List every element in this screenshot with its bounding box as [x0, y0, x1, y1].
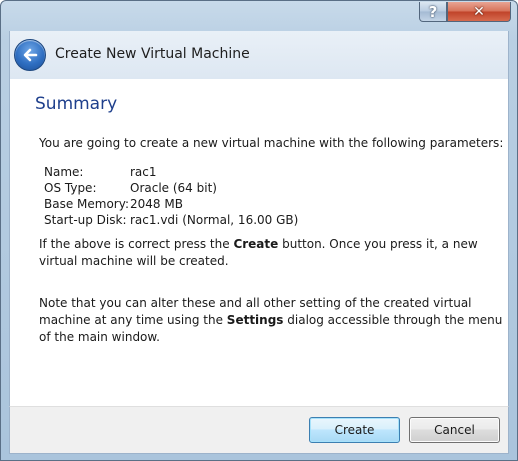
- parameter-list: Name: rac1 OS Type: Oracle (64 bit) Base…: [44, 164, 298, 228]
- confirm-text-before: If the above is correct press the: [39, 237, 234, 251]
- param-row-name: Name: rac1: [44, 164, 298, 180]
- close-icon: ✕: [473, 3, 485, 20]
- dialog-window: ? ✕ Create New Virtual Machine Summary Y…: [0, 0, 518, 461]
- help-icon: ?: [428, 2, 438, 21]
- wizard-content: Summary You are going to create a new vi…: [9, 79, 509, 406]
- param-key: Start-up Disk:: [44, 213, 127, 227]
- param-value: 2048 MB: [130, 197, 183, 211]
- cancel-button[interactable]: Cancel: [409, 417, 500, 443]
- param-value: Oracle (64 bit): [130, 181, 217, 195]
- param-row-os-type: OS Type: Oracle (64 bit): [44, 180, 298, 196]
- note-paragraph: Note that you can alter these and all ot…: [39, 295, 507, 346]
- param-value: rac1.vdi (Normal, 16.00 GB): [130, 213, 299, 227]
- intro-text: You are going to create a new virtual ma…: [39, 136, 504, 150]
- back-button[interactable]: [14, 39, 46, 71]
- confirm-paragraph: If the above is correct press the Create…: [39, 236, 507, 270]
- param-row-memory: Base Memory: 2048 MB: [44, 196, 298, 212]
- page-title: Summary: [35, 94, 118, 114]
- param-key: OS Type:: [44, 181, 97, 195]
- create-keyword: Create: [233, 237, 279, 251]
- back-arrow-icon: [23, 48, 38, 62]
- help-button[interactable]: ?: [419, 2, 447, 22]
- param-key: Base Memory:: [44, 197, 130, 211]
- create-button[interactable]: Create: [309, 417, 400, 443]
- param-key: Name:: [44, 165, 84, 179]
- title-bar: ? ✕: [1, 1, 517, 31]
- button-bar: Create Cancel: [9, 406, 509, 454]
- wizard-title: Create New Virtual Machine: [55, 46, 250, 62]
- close-button[interactable]: ✕: [447, 2, 511, 22]
- param-row-disk: Start-up Disk: rac1.vdi (Normal, 16.00 G…: [44, 212, 298, 228]
- param-value: rac1: [130, 165, 157, 179]
- settings-keyword: Settings: [226, 313, 284, 327]
- wizard-header: Create New Virtual Machine: [9, 31, 509, 79]
